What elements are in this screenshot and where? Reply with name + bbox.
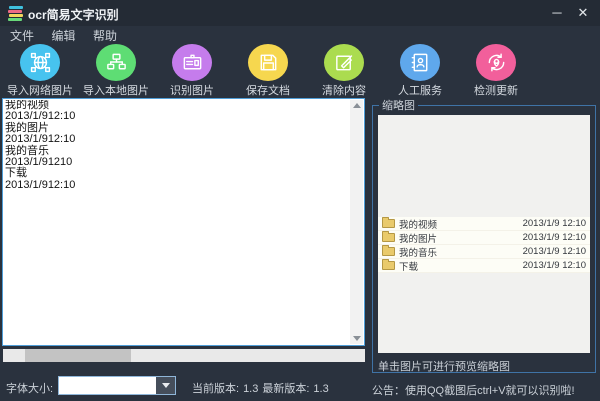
minimize-button[interactable]: ─ <box>546 3 568 23</box>
window-title: ocr简易文字识别 <box>28 8 119 22</box>
close-button[interactable]: ✕ <box>572 3 594 23</box>
toolbar-button-check-update[interactable]: 检测更新 <box>458 44 534 98</box>
app-logo-icon <box>8 5 24 21</box>
ocr-result-text: 我的视频 2013/1/912:10 我的图片 2013/1/912:10 我的… <box>5 100 76 191</box>
refresh-update-icon <box>476 44 516 81</box>
file-name: 我的视频 <box>399 219 438 231</box>
folder-icon <box>382 259 395 270</box>
thumbnail-group-title: 缩略图 <box>382 100 415 112</box>
edit-pencil-icon <box>324 44 364 81</box>
file-name: 我的音乐 <box>399 247 438 259</box>
thumbnail-preview-image[interactable]: 我的视频 2013/1/9 12:10 我的图片 2013/1/9 12:10 … <box>378 115 590 353</box>
thumbnail-groupbox: 缩略图 我的视频 2013/1/9 12:10 我的图片 2013/1/9 12… <box>372 97 596 373</box>
toolbar-label: 导入网络图片 <box>7 85 73 97</box>
toolbar-button-import-local-image[interactable]: 导入本地图片 <box>78 44 154 98</box>
id-card-icon <box>172 44 212 81</box>
file-name: 下载 <box>399 261 419 273</box>
latest-version-value: 1.3 <box>313 383 329 395</box>
toolbar-label: 导入本地图片 <box>83 85 149 97</box>
menu-help[interactable]: 帮助 <box>90 26 120 45</box>
file-date: 2013/1/9 12:10 <box>522 260 586 271</box>
preview-file-list: 我的视频 2013/1/9 12:10 我的图片 2013/1/9 12:10 … <box>378 217 590 273</box>
toolbar-button-clear-content[interactable]: 清除内容 <box>306 44 382 98</box>
file-date: 2013/1/9 12:10 <box>522 218 586 229</box>
toolbar-button-human-service[interactable]: 人工服务 <box>382 44 458 98</box>
toolbar-label: 人工服务 <box>398 85 442 97</box>
dropdown-arrow-button[interactable] <box>156 377 175 394</box>
app-window: ocr简易文字识别 ─ ✕ 文件 编辑 帮助 导入网络图片 导入本地图片 识别图… <box>0 0 600 401</box>
list-item: 我的图片 2013/1/9 12:10 <box>378 231 590 245</box>
scroll-up-icon[interactable] <box>353 103 361 108</box>
toolbar-button-save-document[interactable]: 保存文档 <box>230 44 306 98</box>
toolbar-button-recognize-image[interactable]: 识别图片 <box>154 44 230 98</box>
file-name: 我的图片 <box>399 233 438 245</box>
contact-book-icon <box>400 44 440 81</box>
toolbar-button-import-web-image[interactable]: 导入网络图片 <box>2 44 78 98</box>
toolbar-label: 保存文档 <box>246 85 290 97</box>
latest-version-label: 最新版本: <box>262 383 310 395</box>
toolbar-label: 检测更新 <box>474 85 518 97</box>
font-size-label: 字体大小: <box>6 383 54 395</box>
scroll-down-icon[interactable] <box>353 336 361 341</box>
thumbnail-hint-text: 单击图片可进行预览缩略图 <box>378 361 510 373</box>
folder-icon <box>382 245 395 256</box>
current-version-label: 当前版本: <box>192 383 240 395</box>
list-item: 我的音乐 2013/1/9 12:10 <box>378 245 590 259</box>
titlebar: ocr简易文字识别 ─ ✕ <box>0 0 600 26</box>
horizontal-scrollbar-thumb[interactable] <box>25 349 131 362</box>
file-date: 2013/1/9 12:10 <box>522 232 586 243</box>
list-item: 我的视频 2013/1/9 12:10 <box>378 217 590 231</box>
version-status: 当前版本: 1.3 最新版本: 1.3 <box>192 380 333 396</box>
chevron-down-icon <box>161 383 170 388</box>
file-date: 2013/1/9 12:10 <box>522 246 586 257</box>
globe-network-icon <box>20 44 60 81</box>
computer-network-icon <box>96 44 136 81</box>
horizontal-scrollbar[interactable] <box>3 349 365 362</box>
announcement-text: 公告：使用QQ截图后ctrl+V就可以识别啦! <box>372 385 575 397</box>
current-version-value: 1.3 <box>243 383 259 395</box>
menubar: 文件 编辑 帮助 <box>0 26 600 44</box>
toolbar: 导入网络图片 导入本地图片 识别图片 保存文档 清除内容 人工服务 检测更新 <box>2 44 598 98</box>
menu-edit[interactable]: 编辑 <box>48 26 78 45</box>
font-size-dropdown[interactable] <box>58 376 176 395</box>
toolbar-label: 清除内容 <box>322 85 366 97</box>
folder-icon <box>382 231 395 242</box>
toolbar-label: 识别图片 <box>170 85 214 97</box>
vertical-scrollbar[interactable] <box>350 100 363 344</box>
menu-file[interactable]: 文件 <box>7 26 37 45</box>
folder-icon <box>382 217 395 228</box>
list-item: 下载 2013/1/9 12:10 <box>378 259 590 273</box>
floppy-disk-icon <box>248 44 288 81</box>
ocr-text-area[interactable]: 我的视频 2013/1/912:10 我的图片 2013/1/912:10 我的… <box>2 98 365 346</box>
